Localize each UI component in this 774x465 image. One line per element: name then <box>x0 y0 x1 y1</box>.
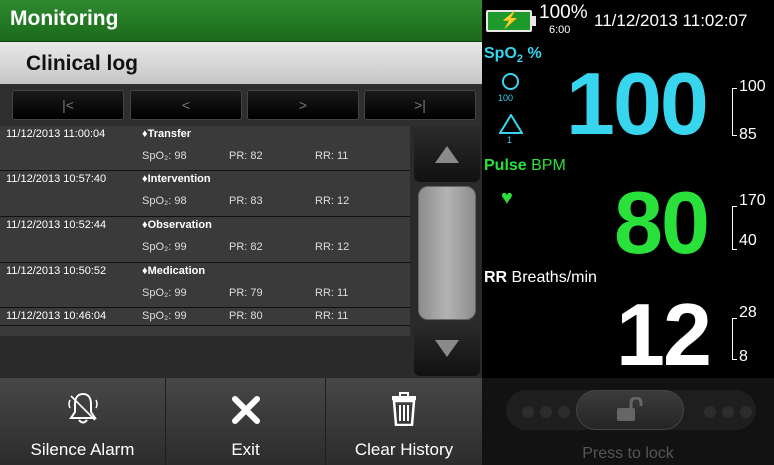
entry-event: ♦Transfer <box>142 128 192 140</box>
pulse-low-limit: 40 <box>739 232 757 249</box>
track-dot <box>540 406 552 418</box>
exit-label: Exit <box>231 440 260 459</box>
log-title: Clinical log <box>26 52 139 75</box>
entry-time: 11/12/2013 10:50:52 <box>6 265 107 277</box>
first-page-button[interactable]: |< <box>12 90 124 120</box>
charging-bolt-icon: ⚡ <box>500 12 520 29</box>
prev-page-button[interactable]: < <box>130 90 242 120</box>
battery-time-remaining: 6:00 <box>549 24 571 36</box>
trash-icon <box>392 392 416 426</box>
battery-percent: 100% <box>539 2 588 23</box>
spo2-label: SpO2 % <box>484 45 542 66</box>
arrow-up-icon <box>435 146 459 163</box>
scroll-thumb[interactable] <box>418 186 476 320</box>
entry-rr: RR: 12 <box>315 195 350 207</box>
entry-event: ♦Intervention <box>142 173 211 185</box>
lock-label: Press to lock <box>582 445 674 462</box>
silence-alarm-button[interactable]: Silence Alarm <box>0 378 166 465</box>
last-page-button[interactable]: >| <box>364 90 476 120</box>
entry-time: 11/12/2013 10:57:40 <box>6 173 107 185</box>
scroll-up-button[interactable] <box>414 128 480 182</box>
next-page-button[interactable]: > <box>247 90 359 120</box>
entry-pr: PR: 79 <box>229 287 263 299</box>
track-dot <box>522 406 534 418</box>
app-title: Monitoring <box>10 7 119 30</box>
log-entry[interactable]: 11/12/2013 10:46:04 SpO₂: 99 PR: 80 RR: … <box>0 308 410 326</box>
rr-value: 12 <box>616 285 712 384</box>
entry-pr: PR: 80 <box>229 310 263 322</box>
entry-spo2: SpO₂: 99 <box>142 310 187 322</box>
entry-event: ♦Observation <box>142 219 212 231</box>
rr-limit-bracket <box>732 318 737 360</box>
entry-spo2: SpO₂: 99 <box>142 287 187 299</box>
entry-pr: PR: 83 <box>229 195 263 207</box>
entry-pr: PR: 82 <box>229 150 263 162</box>
log-entry[interactable]: 11/12/2013 11:00:04 ♦Transfer SpO₂: 98 P… <box>0 126 410 171</box>
entry-spo2: SpO₂: 98 <box>142 150 187 162</box>
log-entry[interactable]: 11/12/2013 10:50:52 ♦Medication SpO₂: 99… <box>0 263 410 308</box>
circle-indicator-value: 100 <box>498 93 514 103</box>
battery-terminal <box>532 16 536 26</box>
entry-rr: RR: 12 <box>315 241 350 253</box>
arrow-down-icon <box>435 340 459 357</box>
lock-slider-knob[interactable] <box>576 390 684 430</box>
entry-pr: PR: 82 <box>229 241 263 253</box>
triangle-indicator-icon <box>499 114 523 134</box>
spo2-value: 100 <box>566 54 709 153</box>
entry-time: 11/12/2013 10:46:04 <box>6 310 107 322</box>
clock-datetime: 11/12/2013 11:02:07 <box>594 11 748 30</box>
track-dot <box>740 406 752 418</box>
entry-rr: RR: 11 <box>315 150 349 162</box>
entry-spo2: SpO₂: 98 <box>142 195 187 207</box>
entry-spo2: SpO₂: 99 <box>142 241 187 253</box>
battery-icon: ⚡ <box>486 10 532 32</box>
track-dot <box>722 406 734 418</box>
silence-alarm-label: Silence Alarm <box>30 440 135 459</box>
track-dot <box>558 406 570 418</box>
exit-button[interactable]: Exit <box>166 378 326 465</box>
entry-rr: RR: 11 <box>315 287 349 299</box>
entry-time: 11/12/2013 10:52:44 <box>6 219 107 231</box>
bell-alarm-icon <box>67 392 98 424</box>
log-scrollbar[interactable] <box>412 126 482 378</box>
entry-event: ♦Medication <box>142 265 206 277</box>
heart-icon: ♥ <box>501 187 513 209</box>
scroll-down-button[interactable] <box>414 324 480 376</box>
lock-area: Press to lock <box>482 378 774 465</box>
pulse-value: 80 <box>614 173 710 272</box>
rr-high-limit: 28 <box>739 304 757 321</box>
log-entry[interactable]: 11/12/2013 10:52:44 ♦Observation SpO₂: 9… <box>0 217 410 263</box>
rr-low-limit: 8 <box>739 348 748 365</box>
close-icon <box>231 396 260 424</box>
entry-time: 11/12/2013 11:00:04 <box>6 128 106 140</box>
title-bar: Monitoring <box>0 0 482 42</box>
pulse-limit-bracket <box>732 206 737 250</box>
circle-indicator-icon <box>502 73 519 90</box>
spo2-high-limit: 100 <box>739 78 766 95</box>
log-nav-row: |< < > >| <box>0 84 482 126</box>
unlock-icon <box>617 397 643 421</box>
rr-label: RR Breaths/min <box>484 269 597 286</box>
status-bar: ⚡ 100% 6:00 11/12/2013 11:02:07 <box>482 0 774 42</box>
bottom-toolbar: Silence Alarm Exit Clear History <box>0 378 482 465</box>
clear-history-button[interactable]: Clear History <box>326 378 482 465</box>
spo2-limit-bracket <box>732 88 737 136</box>
pulse-label: Pulse BPM <box>484 157 566 174</box>
vitals-panel: SpO2 % 100 1 100 100 85 Pulse BPM ♥ 80 1… <box>482 42 774 384</box>
spo2-low-limit: 85 <box>739 126 757 143</box>
clear-history-label: Clear History <box>354 440 454 459</box>
pulse-high-limit: 170 <box>739 192 766 209</box>
triangle-indicator-value: 1 <box>507 135 513 145</box>
track-dot <box>704 406 716 418</box>
log-entry[interactable]: 11/12/2013 10:57:40 ♦Intervention SpO₂: … <box>0 171 410 217</box>
entry-rr: RR: 11 <box>315 310 349 322</box>
log-header: Clinical log <box>0 42 482 84</box>
log-list[interactable]: 11/12/2013 11:00:04 ♦Transfer SpO₂: 98 P… <box>0 126 410 336</box>
